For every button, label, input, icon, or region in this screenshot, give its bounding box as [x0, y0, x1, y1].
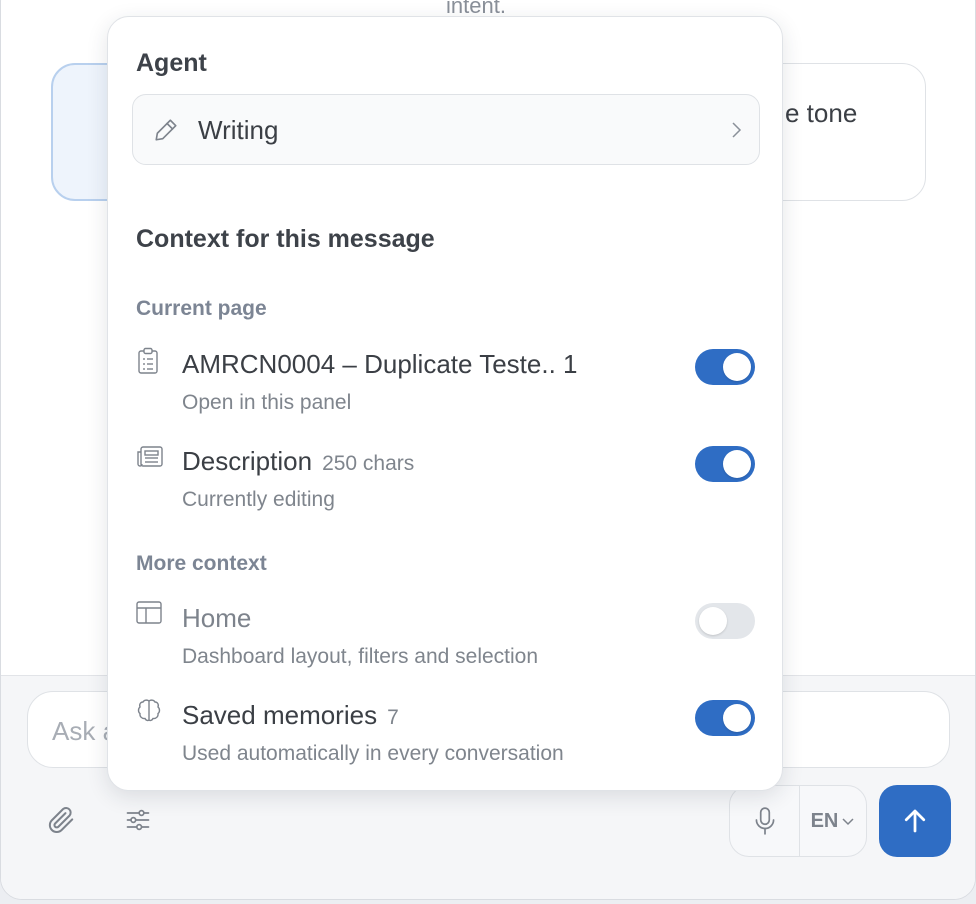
brain-icon	[136, 698, 164, 726]
context-item-home: Home Dashboard layout, filters and selec…	[108, 601, 784, 681]
agent-select[interactable]: Writing	[132, 94, 760, 165]
context-item-memories: Saved memories 7 Used automatically in ev…	[108, 698, 784, 778]
context-item-name: Description 250 chars	[182, 446, 415, 476]
layout-icon	[136, 601, 164, 629]
agent-value: Writing	[198, 115, 279, 145]
context-item-description: Description 250 chars Currently editing	[108, 444, 784, 524]
context-item-subtitle: Dashboard layout, filters and selection	[182, 645, 539, 668]
arrow-up-icon	[904, 809, 926, 833]
language-label: EN	[810, 809, 839, 832]
context-heading: Context for this message	[136, 225, 435, 253]
context-item-subtitle: Currently editing	[182, 488, 335, 511]
context-toggle[interactable]	[695, 349, 755, 385]
context-item-name: Home	[182, 603, 252, 633]
newspaper-icon	[136, 444, 164, 472]
context-item-record: AMRCN0004 – Duplicate Teste.. 1 Open in …	[108, 347, 784, 427]
microphone-icon[interactable]	[730, 786, 800, 856]
paperclip-icon[interactable]	[44, 803, 78, 837]
context-toggle[interactable]	[695, 603, 755, 639]
context-toggle[interactable]	[695, 700, 755, 736]
context-item-name: Saved memories 7	[182, 700, 399, 730]
chevron-down-icon	[842, 818, 854, 826]
context-item-name: AMRCN0004 – Duplicate Teste.. 1	[182, 349, 578, 379]
agent-heading: Agent	[136, 49, 207, 77]
settings-sliders-icon[interactable]	[121, 803, 155, 837]
language-select[interactable]: EN	[800, 786, 866, 856]
suggestion-label: e tone	[785, 98, 858, 128]
voice-controls: EN	[729, 785, 867, 857]
context-item-subtitle: Used automatically in every conversation	[182, 742, 564, 765]
chevron-right-icon	[729, 121, 743, 144]
context-toggle[interactable]	[695, 446, 755, 482]
send-button[interactable]	[879, 785, 951, 857]
context-popover: Agent Writing Context for this message C…	[107, 16, 783, 791]
group-label-more-context: More context	[136, 552, 267, 575]
pen-icon	[153, 117, 179, 148]
char-count: 250 chars	[322, 452, 415, 475]
memory-count: 7	[387, 706, 399, 729]
context-item-subtitle: Open in this panel	[182, 391, 352, 414]
clipboard-icon	[136, 347, 164, 375]
group-label-current-page: Current page	[136, 297, 267, 320]
